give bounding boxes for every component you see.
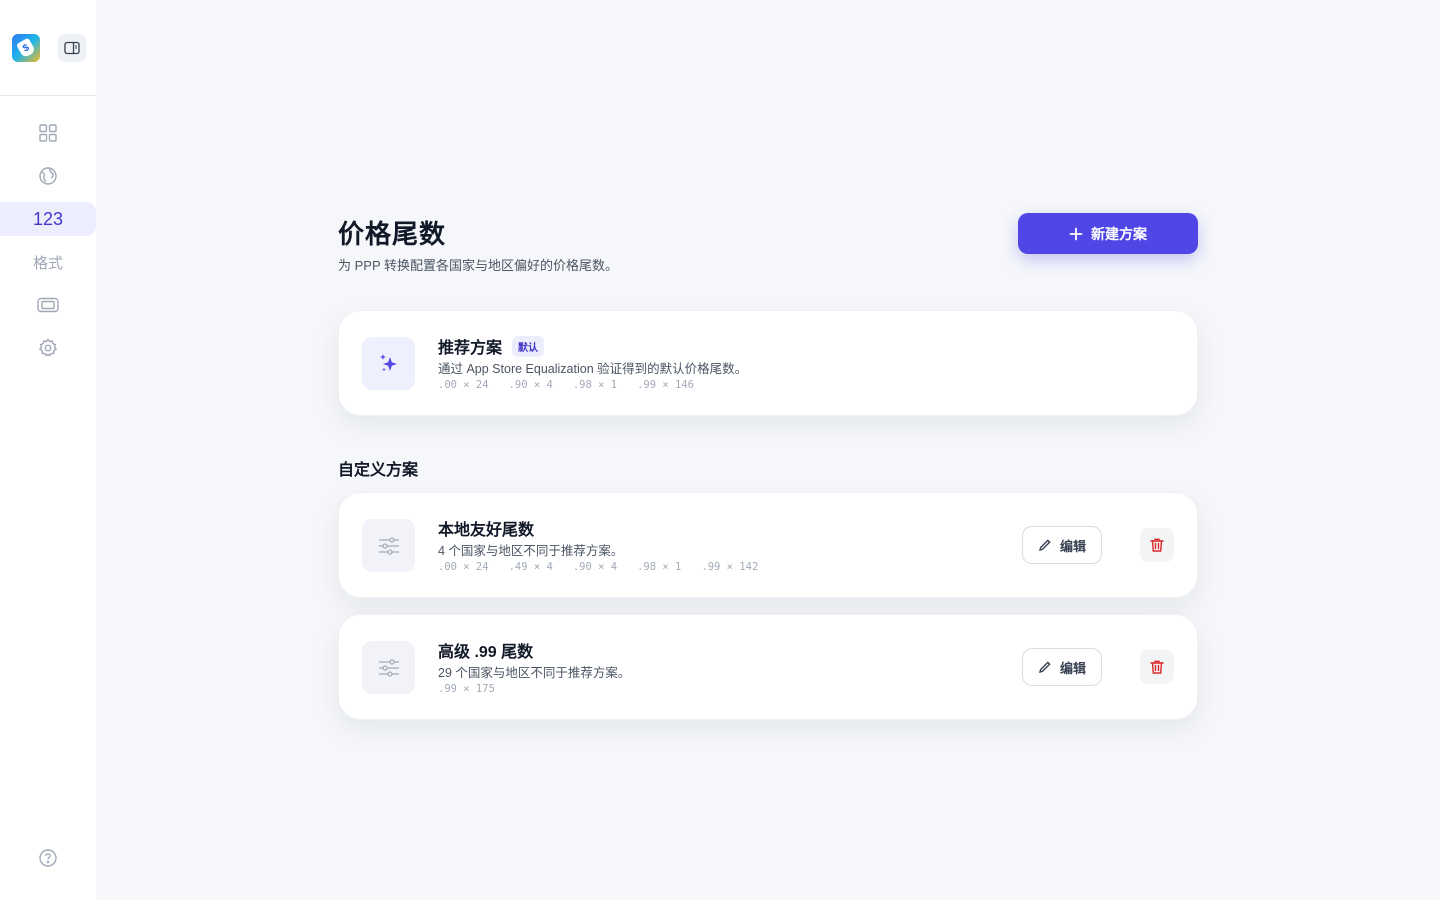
ending-chip: .98 × 1 [637,561,682,573]
sidebar-item-price-endings[interactable]: 123 [0,202,96,236]
gear-icon [38,338,58,357]
page-subtitle: 为 PPP 转换配置各国家与地区偏好的价格尾数。 [338,258,619,273]
ending-chip: .99 × 142 [701,561,759,573]
plan-endings: .00 × 24 .49 × 4 .90 × 4 .98 × 1 .99 × 1… [438,561,758,573]
custom-plan-card[interactable]: 高级 .99 尾数 29 个国家与地区不同于推荐方案。 .99 × 175 编辑 [338,614,1198,720]
app-logo: $ [12,33,40,62]
ending-chip: .98 × 1 [572,379,618,391]
new-plan-label: 新建方案 [1091,225,1147,242]
default-badge: 默认 [512,335,545,357]
ending-chip: .90 × 4 [572,561,618,573]
grid-icon [39,124,57,142]
page-title: 价格尾数 [338,219,447,249]
help-icon [39,849,57,867]
plus-icon [1069,227,1083,240]
sidebar-item-label: 格式 [32,254,63,272]
sliders-icon [378,658,399,677]
sliders-icon-container [362,519,415,572]
sidebar-toggle-icon [64,41,80,54]
ending-chip: .49 × 4 [508,561,553,573]
screen-icon [37,297,59,313]
sidebar-toggle-button[interactable] [58,33,86,62]
sidebar-item-dashboard[interactable] [0,116,96,150]
edit-button[interactable]: 编辑 [1022,526,1102,564]
ending-chip: .00 × 24 [438,379,489,391]
custom-section-title: 自定义方案 [338,462,419,479]
delete-button[interactable] [1140,528,1174,562]
ending-chip: .00 × 24 [438,561,489,573]
pencil-icon [1039,661,1051,673]
sidebar-item-label: 123 [32,208,64,229]
sparkles-icon [379,353,397,371]
new-plan-button[interactable]: 新建方案 [1018,213,1198,254]
plan-title-text: 推荐方案 [438,340,503,357]
sidebar: $ 123 格式 [0,0,96,900]
plan-description: 29 个国家与地区不同于推荐方案。 [438,666,631,680]
pencil-icon [1039,539,1051,551]
sidebar-item-display[interactable] [0,288,96,322]
recommended-plan-card[interactable]: 推荐方案 默认 通过 App Store Equalization 验证得到的默… [338,310,1198,416]
edit-button[interactable]: 编辑 [1022,648,1102,686]
plan-description: 4 个国家与地区不同于推荐方案。 [438,544,624,558]
sidebar-nav: 123 格式 [0,116,96,374]
edit-label: 编辑 [1059,660,1086,676]
plan-title: 推荐方案 默认 [438,334,545,358]
sidebar-header: $ [0,0,96,96]
sidebar-item-globe[interactable] [0,159,96,193]
sparkles-icon-container [362,337,415,390]
ending-chip: .99 × 175 [438,683,495,695]
plan-endings: .00 × 24 .90 × 4 .98 × 1 .99 × 146 [438,379,694,391]
sidebar-item-format[interactable]: 格式 [0,245,96,279]
plan-title: 高级 .99 尾数 [438,644,534,661]
sliders-icon [378,536,399,555]
custom-plan-card[interactable]: 本地友好尾数 4 个国家与地区不同于推荐方案。 .00 × 24 .49 × 4… [338,492,1198,598]
trash-icon [1150,660,1164,674]
sidebar-item-settings[interactable] [0,331,96,365]
help-button[interactable] [38,848,58,868]
delete-button[interactable] [1140,650,1174,684]
plan-description: 通过 App Store Equalization 验证得到的默认价格尾数。 [438,362,748,376]
ending-chip: .90 × 4 [508,379,553,391]
trash-icon [1150,538,1164,552]
edit-label: 编辑 [1059,538,1086,554]
plan-endings: .99 × 175 [438,683,495,695]
ending-chip: .99 × 146 [637,379,695,391]
price-tag-icon: $ [15,37,37,58]
sliders-icon-container [362,641,415,694]
plan-title: 本地友好尾数 [438,522,535,539]
globe-icon [39,167,57,185]
